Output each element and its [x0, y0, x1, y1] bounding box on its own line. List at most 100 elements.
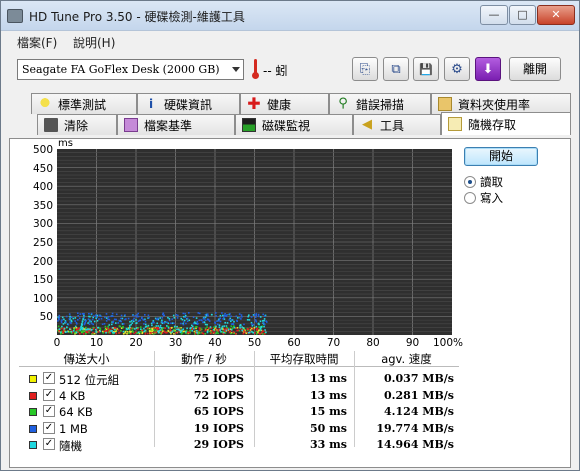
- scatter-point: [129, 321, 131, 323]
- series-checkbox[interactable]: ✓: [43, 421, 55, 434]
- drive-select[interactable]: Seagate FA GoFlex Desk (2000 GB): [17, 59, 244, 80]
- download-button[interactable]: ⬇: [475, 57, 501, 81]
- scatter-point: [57, 320, 59, 322]
- scatter-point: [140, 326, 142, 328]
- scatter-point: [176, 325, 178, 328]
- menu-help[interactable]: 說明(H): [73, 34, 115, 51]
- scatter-point: [108, 328, 111, 330]
- scatter-point: [241, 329, 243, 332]
- save-button[interactable]: 💾: [413, 57, 439, 81]
- series-checkbox[interactable]: ✓: [43, 372, 55, 384]
- scatter-point: [241, 316, 243, 318]
- copy-text-button[interactable]: ⎘: [352, 57, 378, 81]
- scatter-point: [183, 315, 185, 318]
- start-button[interactable]: 開始: [464, 147, 538, 166]
- scatter-point: [247, 315, 249, 318]
- scatter-point: [133, 317, 135, 320]
- scatter-point: [193, 330, 196, 333]
- options-button[interactable]: ⚙: [444, 57, 470, 81]
- scatter-point: [107, 316, 110, 318]
- copy-screenshot-button[interactable]: ⧉: [383, 57, 409, 81]
- app-icon: [7, 9, 23, 23]
- tab-disk-monitor[interactable]: 磁碟監視: [235, 114, 353, 135]
- scatter-point: [216, 323, 219, 326]
- row-speed: 0.037 MB/s: [384, 372, 454, 385]
- write-radio[interactable]: 寫入: [464, 190, 503, 206]
- scatter-point: [98, 314, 101, 317]
- y-tick-label: 100: [32, 292, 53, 305]
- scatter-point: [100, 315, 102, 317]
- row-label: 隨機: [59, 439, 82, 453]
- minimize-button[interactable]: —: [480, 5, 508, 25]
- scatter-point: [92, 326, 95, 329]
- scatter-point: [198, 319, 201, 322]
- y-tick-label: 400: [32, 181, 53, 194]
- tab-random-access[interactable]: 隨機存取: [441, 112, 571, 135]
- tab-error-scan[interactable]: ⚲ 錯誤掃描: [329, 93, 431, 114]
- scatter-point: [218, 326, 221, 328]
- scatter-point: [251, 327, 253, 330]
- scatter-point: [175, 314, 178, 316]
- scatter-point: [167, 327, 170, 329]
- scatter-point: [109, 332, 111, 334]
- scatter-point: [247, 328, 249, 330]
- scatter-point: [72, 317, 75, 320]
- row-speed: 0.281 MB/s: [384, 388, 454, 402]
- menu-file[interactable]: 檔案(F): [17, 34, 57, 51]
- scatter-point: [204, 333, 207, 335]
- scatter-point: [212, 331, 215, 334]
- y-tick-label: 500: [32, 144, 53, 156]
- series-checkbox[interactable]: ✓: [43, 405, 55, 417]
- window-title: HD Tune Pro 3.50 - 硬碟檢測-維護工具: [29, 10, 245, 24]
- scatter-point: [153, 329, 155, 331]
- scatter-point: [262, 322, 265, 324]
- scatter-point: [208, 330, 211, 333]
- scatter-point: [160, 327, 163, 329]
- scatter-point: [170, 322, 172, 324]
- scatter-point: [78, 327, 80, 329]
- x-tick-label: 100%: [433, 337, 464, 349]
- series-color-swatch: [29, 441, 37, 449]
- scatter-point: [128, 332, 130, 334]
- scatter-point: [164, 331, 166, 334]
- tab-erase[interactable]: 清除: [37, 114, 117, 135]
- scatter-point: [196, 330, 198, 332]
- scatter-point: [118, 319, 121, 322]
- scatter-point: [240, 314, 243, 316]
- scatter-point: [144, 314, 146, 316]
- scatter-point: [206, 330, 209, 333]
- scatter-point: [258, 329, 260, 331]
- scatter-point: [99, 330, 102, 333]
- tab-benchmark[interactable]: 標準測試: [31, 93, 137, 114]
- read-radio[interactable]: 讀取: [464, 174, 503, 190]
- scatter-point: [226, 314, 228, 316]
- series-checkbox[interactable]: ✓: [43, 438, 55, 450]
- tab-info[interactable]: i 硬碟資訊: [137, 93, 240, 114]
- scatter-point: [252, 332, 255, 334]
- tab-tools[interactable]: ◀ 工具: [353, 114, 441, 135]
- maximize-button[interactable]: □: [509, 5, 536, 25]
- scatter-point: [112, 321, 114, 324]
- series-checkbox[interactable]: ✓: [43, 388, 55, 401]
- tab-file-benchmark[interactable]: 檔案基準: [117, 114, 235, 135]
- scatter-point: [111, 331, 114, 334]
- close-button[interactable]: ✕: [537, 5, 575, 25]
- scatter-point: [214, 321, 216, 324]
- row-access-time: 15 ms: [310, 405, 347, 418]
- scatter-point: [167, 329, 169, 332]
- scatter-point: [88, 312, 90, 315]
- scatter-point: [257, 322, 260, 325]
- scatter-point: [173, 322, 175, 324]
- scatter-point: [215, 325, 217, 328]
- exit-button[interactable]: 離開: [509, 57, 561, 81]
- tab-folder-usage[interactable]: 資料夾使用率: [431, 93, 571, 114]
- tab-health[interactable]: ✚ 健康: [240, 93, 329, 114]
- scatter-point: [202, 333, 205, 335]
- scatter-point: [152, 321, 154, 324]
- scatter-point: [161, 317, 164, 319]
- tab-label: 健康: [267, 97, 292, 112]
- scatter-point: [122, 330, 125, 333]
- scatter-point: [88, 315, 90, 318]
- scatter-point: [106, 327, 108, 329]
- title-bar[interactable]: HD Tune Pro 3.50 - 硬碟檢測-維護工具 — □ ✕: [1, 1, 579, 31]
